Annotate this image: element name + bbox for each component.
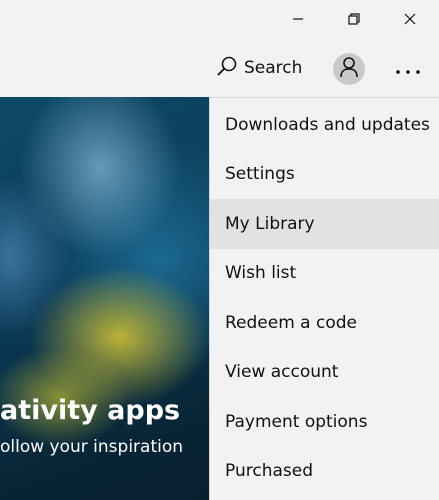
restore-button[interactable] <box>331 0 377 38</box>
search-icon <box>216 55 238 81</box>
search-label: Search <box>244 58 303 78</box>
menu-item-settings[interactable]: Settings <box>210 150 439 200</box>
search-button[interactable]: Search <box>216 50 302 86</box>
more-menu: Downloads and updates Settings My Librar… <box>209 97 439 500</box>
close-button[interactable] <box>387 0 433 38</box>
hero-title: ativity apps <box>0 395 181 426</box>
menu-item-my-library[interactable]: My Library <box>210 199 439 249</box>
see-more-button[interactable] <box>388 52 428 86</box>
minimize-button[interactable] <box>275 0 321 38</box>
app-toolbar: Search <box>0 40 439 97</box>
menu-item-purchased[interactable]: Purchased <box>210 447 439 497</box>
minimize-icon <box>292 13 304 25</box>
close-icon <box>404 13 416 25</box>
menu-item-redeem-code[interactable]: Redeem a code <box>210 298 439 348</box>
account-avatar-button[interactable] <box>333 53 365 85</box>
menu-item-payment-options[interactable]: Payment options <box>210 397 439 447</box>
title-bar <box>0 0 439 40</box>
restore-icon <box>348 13 360 25</box>
menu-item-wish-list[interactable]: Wish list <box>210 249 439 299</box>
person-icon <box>339 56 359 82</box>
more-icon <box>395 60 421 79</box>
menu-item-downloads[interactable]: Downloads and updates <box>210 100 439 150</box>
hero-subtitle: ollow your inspiration <box>0 437 184 457</box>
menu-item-view-account[interactable]: View account <box>210 348 439 398</box>
